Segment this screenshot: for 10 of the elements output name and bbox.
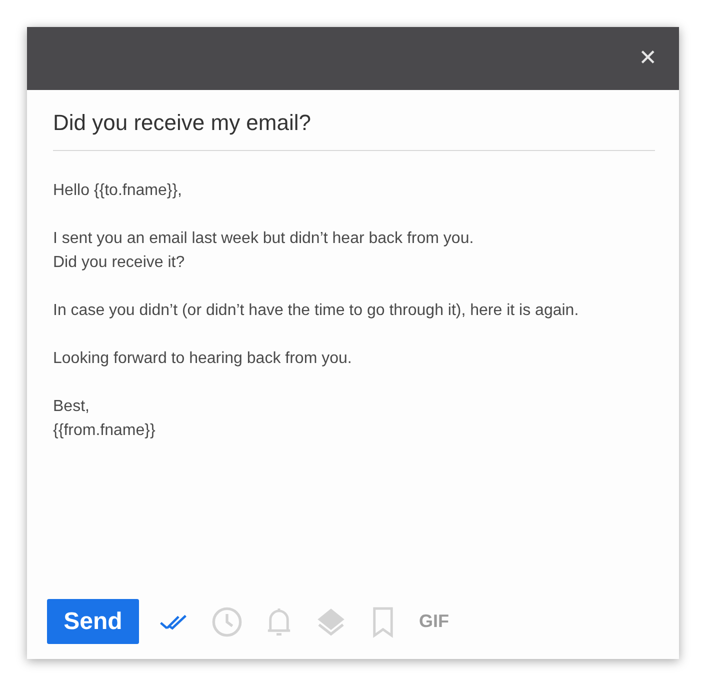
message-paragraph: Hello {{to.fname}},: [53, 181, 183, 201]
close-button[interactable]: ✕: [638, 48, 657, 70]
message-paragraph: Best, {{from.fname}}: [53, 397, 156, 441]
send-button[interactable]: Send: [47, 599, 139, 644]
gif-button[interactable]: GIF: [419, 611, 449, 632]
message-paragraph: I sent you an email last week but didn’t hear back from you. Did you receive it?: [53, 229, 475, 273]
message-paragraph: In case you didn’t (or didn’t have the time to go through it), here it is again.: [53, 301, 580, 321]
clock-icon[interactable]: [211, 606, 243, 638]
subject-line: Did you receive my email?: [53, 90, 655, 151]
message-paragraph: Looking forward to hearing back from you.: [53, 349, 353, 369]
